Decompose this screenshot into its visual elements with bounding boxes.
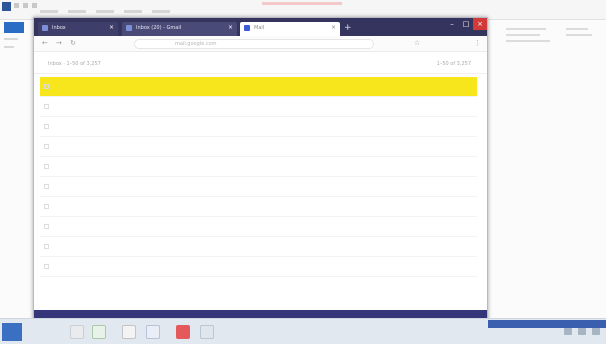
- reload-button[interactable]: ↻: [70, 39, 76, 47]
- browser-titlebar: Inbox × Inbox (20) - Gmail × Mail × + – …: [34, 18, 487, 36]
- tab-favicon-icon: [244, 25, 250, 31]
- address-bar[interactable]: mail.google.com: [134, 39, 374, 49]
- forward-button[interactable]: →: [56, 39, 62, 47]
- office-app-icon: [2, 2, 11, 11]
- volume-icon[interactable]: [578, 327, 586, 335]
- browser-toolbar: ← → ↻ mail.google.com ☆ ⋮: [34, 36, 487, 52]
- tab-label: Inbox: [52, 25, 66, 31]
- battery-icon[interactable]: [592, 327, 600, 335]
- mail-header: Inbox · 1–50 of 3,257 1–50 of 3,257: [34, 52, 487, 74]
- quick-access-toolbar: [14, 3, 37, 8]
- chrome-icon[interactable]: [92, 325, 106, 339]
- row-checkbox[interactable]: [44, 144, 49, 149]
- mail-footer: [40, 282, 477, 296]
- tab-active[interactable]: Mail ×: [240, 22, 340, 36]
- tab-label: Mail: [254, 25, 265, 31]
- undo-icon[interactable]: [23, 3, 28, 8]
- save-icon[interactable]: [14, 3, 19, 8]
- new-tab-button[interactable]: +: [344, 23, 352, 33]
- mail-row[interactable]: [40, 137, 477, 157]
- ribbon-tabs: [40, 10, 170, 13]
- taskbar-app-strip: [488, 320, 606, 328]
- row-checkbox[interactable]: [44, 204, 49, 209]
- mail-row[interactable]: [40, 197, 477, 217]
- tool-icon[interactable]: [200, 325, 214, 339]
- row-checkbox[interactable]: [44, 264, 49, 269]
- start-button[interactable]: [2, 323, 22, 341]
- mail-row[interactable]: [40, 177, 477, 197]
- background-right-panel: [488, 20, 606, 320]
- tab-close-icon[interactable]: ×: [228, 24, 233, 31]
- bookmark-star-icon[interactable]: ☆: [414, 39, 420, 47]
- ribbon-tab[interactable]: [68, 10, 86, 13]
- file-icon[interactable]: [122, 325, 136, 339]
- tab-inbox[interactable]: Inbox ×: [38, 22, 118, 36]
- ribbon-tab[interactable]: [152, 10, 170, 13]
- row-checkbox[interactable]: [44, 184, 49, 189]
- redo-icon[interactable]: [32, 3, 37, 8]
- close-button[interactable]: ×: [473, 18, 487, 30]
- row-checkbox[interactable]: [44, 224, 49, 229]
- tab-close-icon[interactable]: ×: [109, 24, 114, 31]
- folder-icon[interactable]: [70, 325, 84, 339]
- mail-pager[interactable]: 1–50 of 3,257: [437, 61, 471, 67]
- mail-row[interactable]: [40, 97, 477, 117]
- mail-row[interactable]: [40, 117, 477, 137]
- ribbon-tab[interactable]: [40, 10, 58, 13]
- tab-favicon-icon: [42, 25, 48, 31]
- background-title-accent: [262, 2, 342, 5]
- tab-close-icon[interactable]: ×: [331, 24, 336, 31]
- browser-window: Inbox × Inbox (20) - Gmail × Mail × + – …: [33, 17, 488, 331]
- mail-list: [40, 77, 477, 277]
- tab-favicon-icon: [126, 25, 132, 31]
- mail-row[interactable]: [40, 257, 477, 277]
- file-button[interactable]: [4, 22, 24, 33]
- window-controls: – □ ×: [445, 18, 487, 30]
- network-icon[interactable]: [564, 327, 572, 335]
- maximize-button[interactable]: □: [459, 18, 473, 30]
- row-checkbox[interactable]: [44, 104, 49, 109]
- row-checkbox[interactable]: [44, 124, 49, 129]
- system-tray: [564, 327, 600, 335]
- address-text: mail.google.com: [175, 41, 217, 47]
- browser-menu-button[interactable]: ⋮: [474, 39, 481, 47]
- app-icon[interactable]: [146, 325, 160, 339]
- mail-row[interactable]: [40, 217, 477, 237]
- row-checkbox[interactable]: [44, 244, 49, 249]
- row-checkbox[interactable]: [44, 164, 49, 169]
- stop-icon[interactable]: [176, 325, 190, 339]
- ribbon-tab[interactable]: [124, 10, 142, 13]
- mail-row[interactable]: [40, 157, 477, 177]
- tab-label: Inbox (20) - Gmail: [136, 25, 182, 31]
- row-checkbox[interactable]: [44, 84, 49, 89]
- tab-gmail[interactable]: Inbox (20) - Gmail ×: [122, 22, 237, 36]
- minimize-button[interactable]: –: [445, 18, 459, 30]
- ribbon-tab[interactable]: [96, 10, 114, 13]
- back-button[interactable]: ←: [42, 39, 48, 47]
- mail-breadcrumb: Inbox · 1–50 of 3,257: [48, 61, 101, 67]
- mail-row[interactable]: [40, 237, 477, 257]
- mail-row-highlighted[interactable]: [40, 77, 477, 97]
